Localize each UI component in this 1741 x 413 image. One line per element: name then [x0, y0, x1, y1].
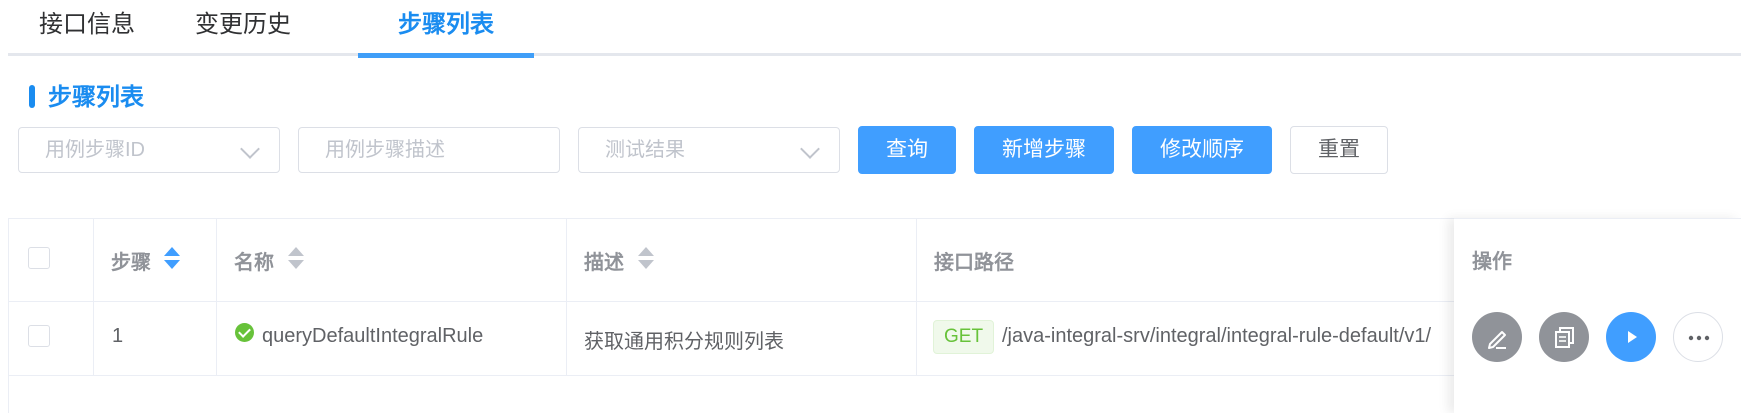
api-path: /java-integral-srv/integral/integral-rul…: [1002, 325, 1432, 347]
tab-bar: 接口信息 变更历史 步骤列表: [8, 0, 1741, 58]
query-button[interactable]: 查询: [858, 126, 956, 174]
header-name[interactable]: 名称: [234, 246, 274, 275]
test-result-select[interactable]: [578, 127, 840, 173]
play-icon: [1628, 331, 1637, 343]
header-actions: 操作: [1472, 251, 1512, 273]
active-tab-indicator: [358, 53, 534, 58]
tab-bar-divider: [8, 53, 1741, 56]
header-path: 接口路径: [934, 252, 1014, 274]
more-icon: [1688, 335, 1710, 341]
check-circle-icon: [235, 323, 254, 342]
test-result-input[interactable]: [605, 129, 816, 171]
step-desc-input[interactable]: [325, 129, 536, 171]
section-marker: [29, 85, 35, 108]
add-step-button[interactable]: 新增步骤: [974, 126, 1114, 174]
http-method-tag: GET: [933, 320, 995, 354]
reset-button[interactable]: 重置: [1290, 126, 1388, 174]
select-all-checkbox[interactable]: [28, 247, 50, 269]
section-title: 步骤列表: [48, 84, 144, 111]
edit-button[interactable]: [1472, 312, 1522, 362]
step-desc-field[interactable]: [298, 127, 560, 173]
header-step[interactable]: 步骤: [111, 246, 151, 275]
sort-caret-icon[interactable]: [288, 247, 304, 269]
step-name: queryDefaultIntegralRule: [262, 325, 484, 347]
tab-change-history[interactable]: 变更历史: [166, 0, 320, 53]
step-id-select[interactable]: [18, 127, 280, 173]
row-checkbox[interactable]: [28, 325, 50, 347]
reorder-button[interactable]: 修改顺序: [1132, 126, 1272, 174]
tab-interface-info[interactable]: 接口信息: [8, 0, 166, 53]
more-button[interactable]: [1673, 312, 1723, 362]
copy-icon: [1555, 327, 1574, 348]
copy-button[interactable]: [1539, 312, 1589, 362]
step-number: 1: [112, 325, 124, 347]
run-button[interactable]: [1606, 312, 1656, 362]
edit-icon: [1488, 331, 1506, 349]
actions-column: 操作: [1454, 218, 1741, 413]
sort-caret-icon[interactable]: [638, 247, 654, 269]
step-id-input[interactable]: [45, 129, 256, 171]
tab-step-list[interactable]: 步骤列表: [358, 0, 534, 53]
sort-caret-icon[interactable]: [164, 247, 180, 269]
header-description[interactable]: 描述: [584, 246, 624, 275]
step-description: 获取通用积分规则列表: [584, 331, 784, 353]
